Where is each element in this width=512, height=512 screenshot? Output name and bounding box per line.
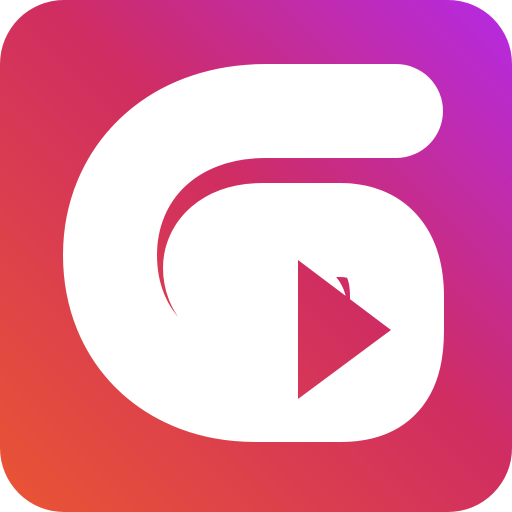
app-icon bbox=[0, 0, 512, 512]
app-logo-icon bbox=[0, 0, 512, 512]
